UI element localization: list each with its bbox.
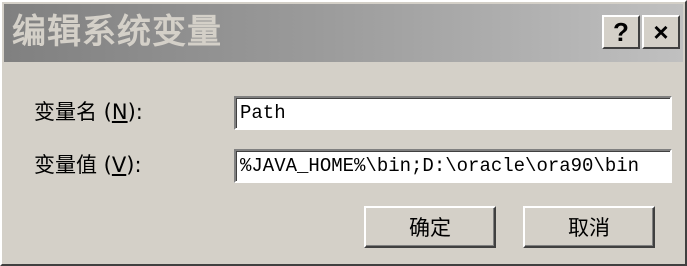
variable-value-input[interactable]: %JAVA_HOME%\bin;D:\oracle\ora90\bin	[234, 149, 672, 183]
variable-name-input[interactable]: Path	[234, 96, 672, 130]
close-icon: ×	[653, 17, 669, 47]
variable-name-label-text: 变量名 (	[34, 100, 112, 124]
close-button[interactable]: ×	[642, 15, 680, 49]
ok-button-label: 确定	[409, 216, 451, 240]
cancel-button[interactable]: 取消	[523, 206, 655, 248]
variable-value-label-suffix: ):	[126, 153, 142, 177]
title-bar[interactable]: 编辑系统变量 ? ×	[4, 4, 683, 62]
cancel-button-label: 取消	[568, 216, 610, 240]
variable-value-label: 变量值 (V):	[34, 151, 142, 179]
variable-value-label-text: 变量值 (	[34, 153, 112, 177]
help-button[interactable]: ?	[602, 15, 640, 49]
ok-button[interactable]: 确定	[364, 206, 496, 248]
dialog-title: 编辑系统变量	[12, 12, 222, 52]
edit-system-variable-dialog: 编辑系统变量 ? × 变量名 (N): Path 变量值 (V): %JAVA_…	[0, 0, 687, 266]
question-mark-icon: ?	[613, 17, 629, 47]
variable-name-label-suffix: ):	[127, 100, 143, 124]
variable-name-hotkey: N	[111, 100, 128, 124]
variable-name-label: 变量名 (N):	[34, 98, 143, 126]
variable-value-hotkey: V	[111, 153, 127, 177]
